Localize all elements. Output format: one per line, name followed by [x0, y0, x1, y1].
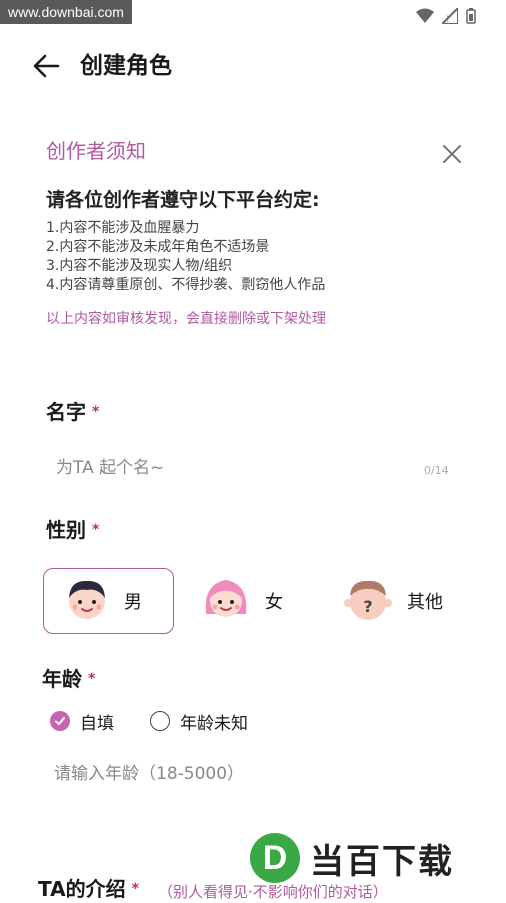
radio-checked-icon: [50, 711, 70, 731]
battery-icon: [466, 8, 476, 28]
rule-item: 4.内容请尊重原创、不得抄袭、剽窃他人作品: [46, 277, 326, 293]
gender-label-text: 性别: [46, 518, 86, 542]
intro-label-text: TA的介绍: [38, 877, 126, 901]
name-label-text: 名字: [46, 400, 86, 424]
radio-label: 年龄未知: [180, 713, 248, 734]
rules-list: 1.内容不能涉及血腥暴力 2.内容不能涉及未成年角色不适场景 3.内容不能涉及现…: [46, 219, 325, 295]
gender-option-female[interactable]: 女: [201, 568, 311, 634]
brand-text: 当百下载: [310, 841, 454, 882]
notice-title: 创作者须知: [46, 139, 146, 163]
notice-footer: 以上内容如审核发现，会直接删除或下架处理: [46, 311, 326, 327]
gender-option-label: 女: [265, 592, 283, 613]
wifi-icon: [416, 8, 434, 28]
rule-item: 2.内容不能涉及未成年角色不适场景: [46, 239, 270, 255]
svg-text:?: ?: [363, 597, 372, 616]
required-mark: *: [88, 671, 96, 687]
watermark-url: www.downbai.com: [0, 0, 132, 24]
signal-icon: !: [439, 5, 459, 28]
age-radio-custom[interactable]: 自填: [50, 707, 114, 735]
unknown-avatar-icon: ?: [343, 574, 393, 628]
svg-text:!: !: [446, 15, 450, 24]
age-radio-unknown[interactable]: 年龄未知: [150, 707, 248, 735]
close-button[interactable]: [440, 142, 464, 166]
intro-label: TA的介绍 *: [38, 875, 139, 903]
gender-option-male[interactable]: 男: [43, 568, 174, 634]
age-label: 年龄 *: [42, 665, 95, 693]
brand-watermark: D 当百下载: [250, 833, 454, 883]
notice-heading: 请各位创作者遵守以下平台约定:: [46, 189, 320, 211]
rule-item: 1.内容不能涉及血腥暴力: [46, 220, 200, 236]
radio-label: 自填: [80, 713, 114, 734]
page-title: 创建角色: [80, 53, 172, 79]
gender-option-label: 其他: [407, 592, 443, 613]
rule-item: 3.内容不能涉及现实人物/组织: [46, 258, 233, 274]
required-mark: *: [131, 881, 139, 897]
name-counter: 0/14: [424, 464, 449, 477]
gender-option-other[interactable]: ? 其他: [343, 568, 463, 634]
name-label: 名字 *: [46, 398, 99, 426]
intro-hint: （别人看得见·不影响你们的对话）: [158, 883, 388, 901]
close-icon: [440, 145, 464, 170]
radio-unchecked-icon: [150, 711, 170, 731]
name-input[interactable]: [46, 450, 466, 486]
back-button[interactable]: [30, 50, 62, 82]
male-avatar-icon: [64, 576, 110, 626]
female-avatar-icon: [201, 574, 251, 628]
required-mark: *: [92, 404, 100, 420]
status-icons: !: [416, 5, 476, 28]
arrow-left-icon: [30, 54, 62, 86]
required-mark: *: [92, 522, 100, 538]
gender-label: 性别 *: [46, 516, 99, 544]
age-input[interactable]: [44, 756, 464, 792]
brand-badge: D: [250, 833, 300, 883]
age-label-text: 年龄: [42, 667, 82, 691]
gender-option-label: 男: [124, 592, 142, 613]
